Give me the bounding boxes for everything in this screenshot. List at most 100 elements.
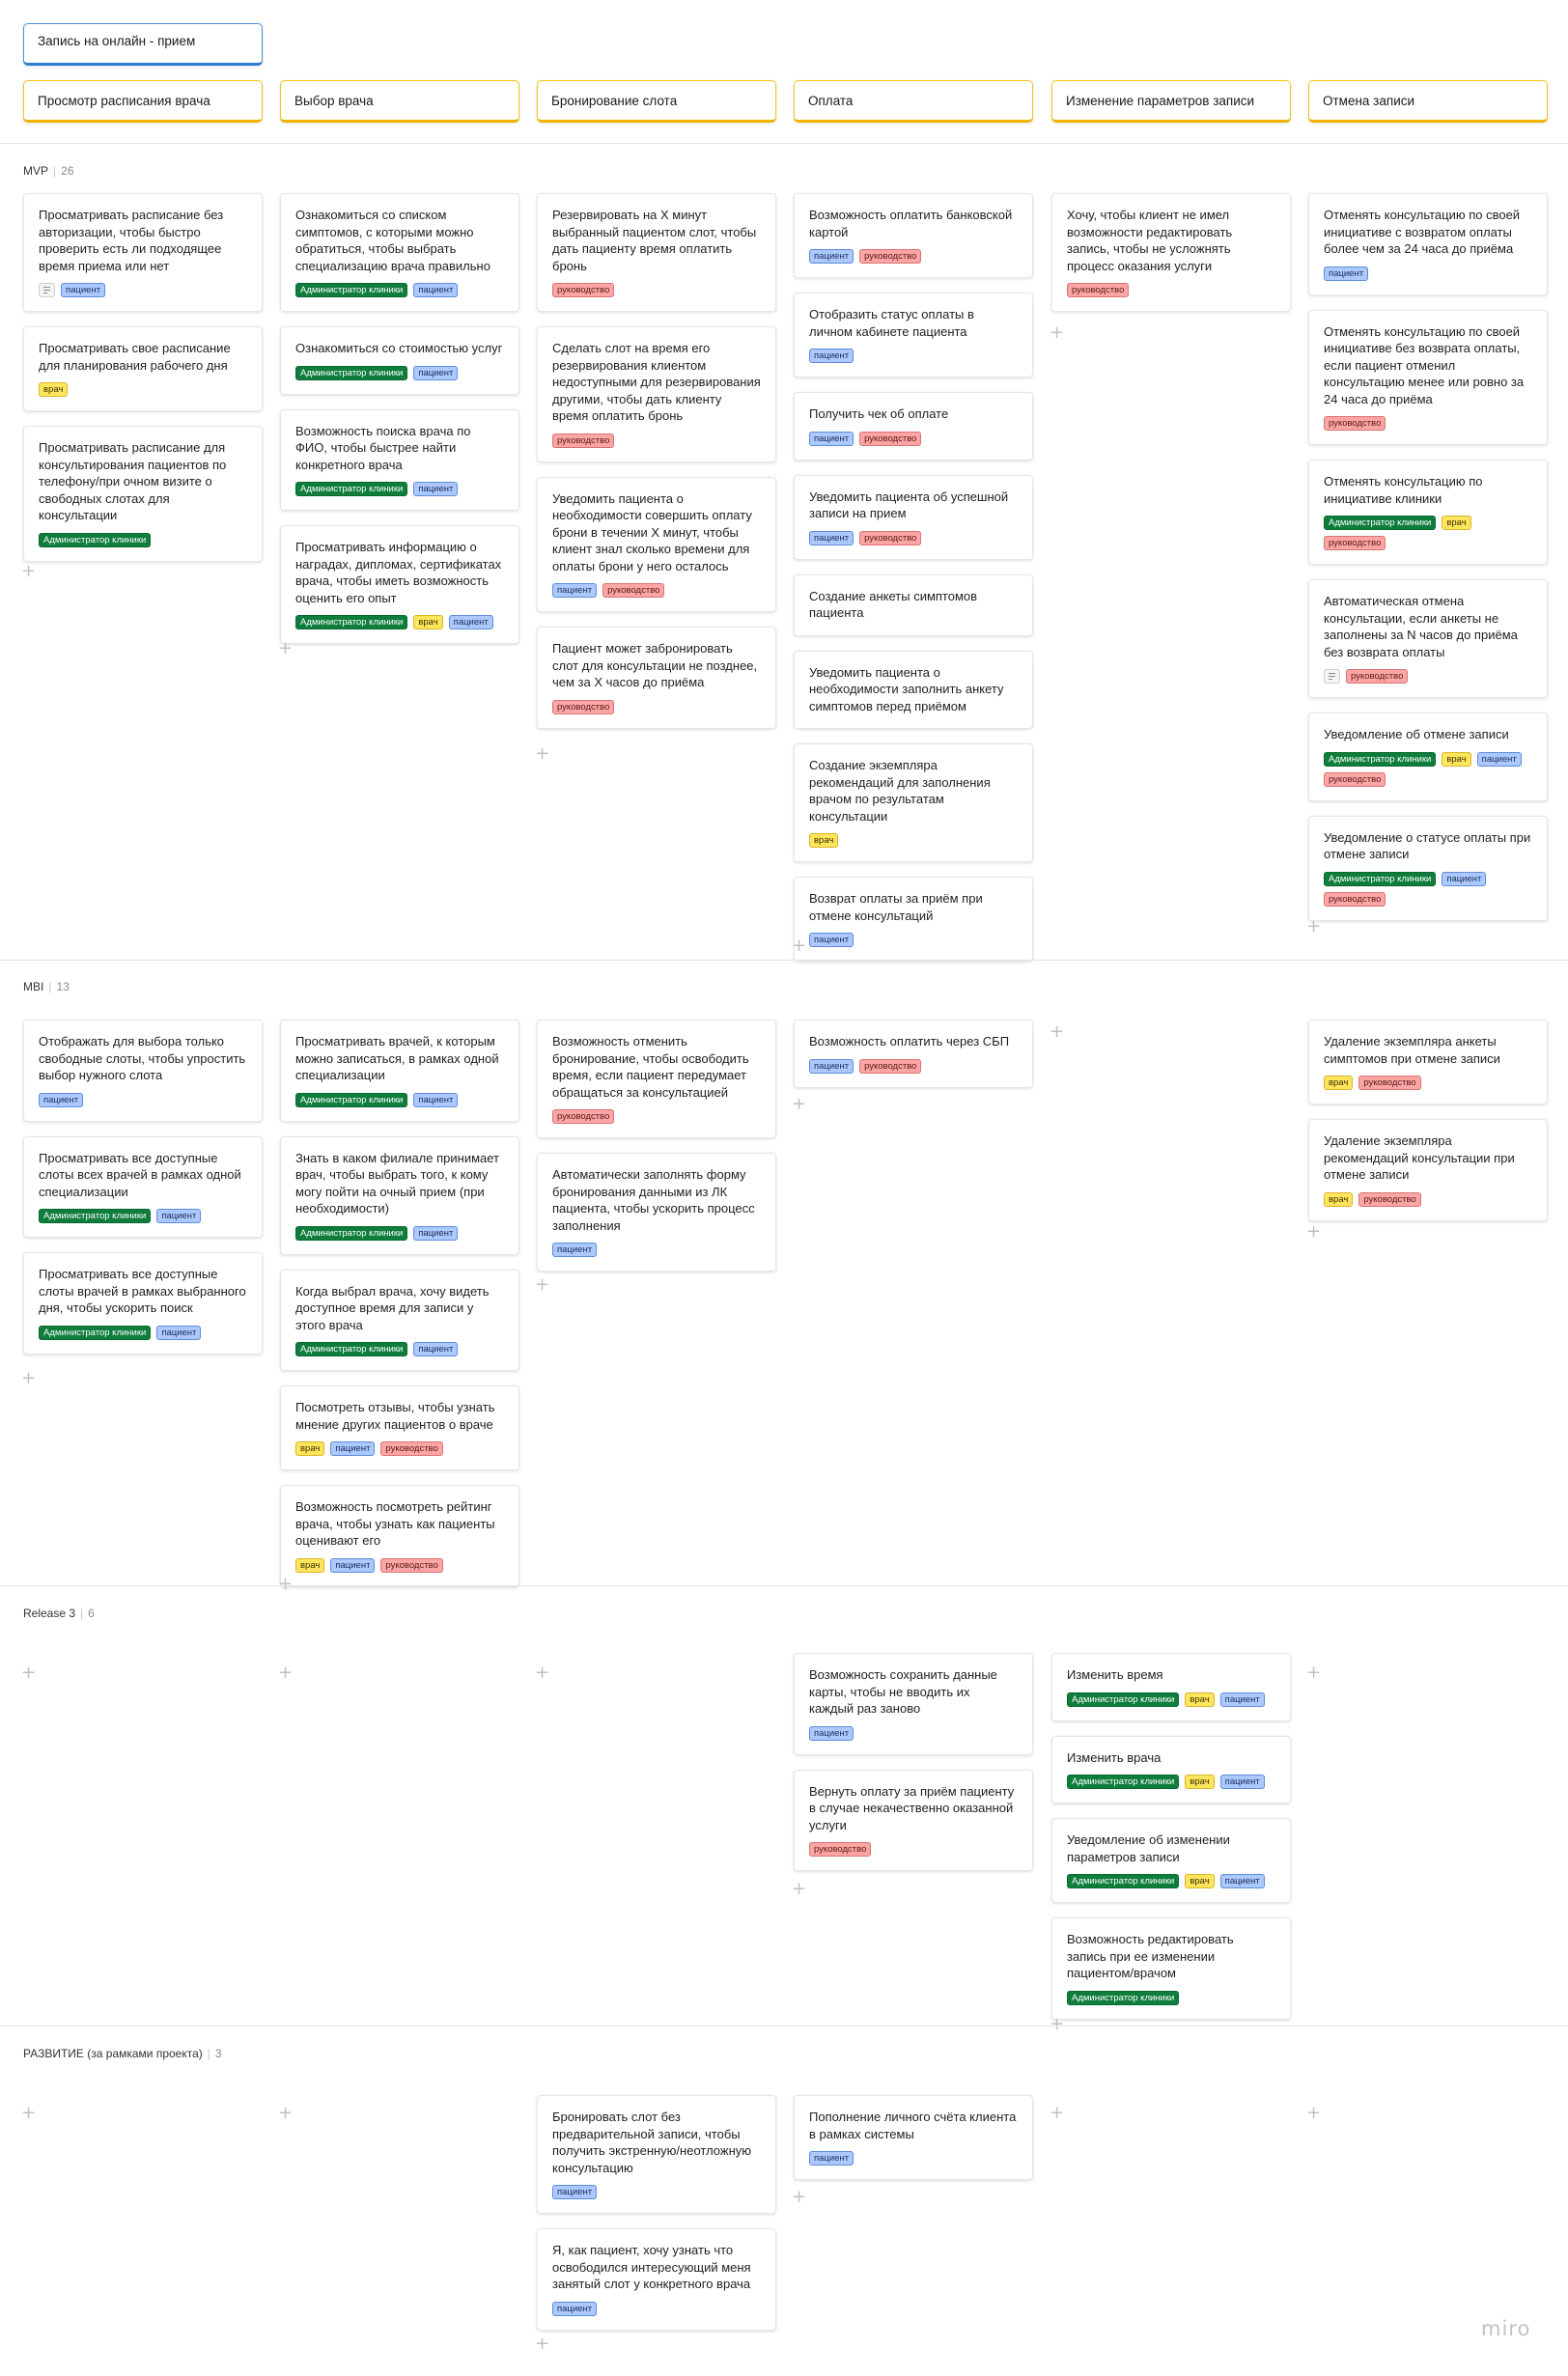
story-card[interactable]: Возврат оплаты за приём при отмене консу… [794, 877, 1033, 962]
story-card[interactable]: Просматривать свое расписание для планир… [23, 326, 263, 411]
add-card-icon[interactable]: + [21, 563, 36, 580]
activity-card[interactable]: Оплата [794, 80, 1033, 123]
story-card[interactable]: Отображать для выбора только свободные с… [23, 1020, 263, 1122]
tag-admin[interactable]: Администратор клиники [39, 1209, 152, 1223]
tag-patient[interactable]: пациент [61, 283, 106, 297]
story-card[interactable]: Создание экземпляра рекомендаций для зап… [794, 743, 1033, 862]
tag-mgmt[interactable]: руководство [1324, 771, 1386, 787]
activity-card[interactable]: Отмена записи [1308, 80, 1548, 123]
tag-mgmt[interactable]: руководство [602, 583, 665, 598]
add-card-icon[interactable]: + [278, 1664, 293, 1682]
tag-patient[interactable]: пациент [1219, 1775, 1265, 1789]
activity-card[interactable]: Бронирование слота [537, 80, 776, 123]
add-card-icon[interactable]: + [21, 2105, 36, 2122]
tag-patient[interactable]: пациент [552, 2301, 598, 2316]
story-card[interactable]: Возможность поиска врача по ФИО, чтобы б… [280, 408, 519, 511]
tag-admin[interactable]: Администратор клиники [295, 615, 408, 629]
tag-patient[interactable]: пациент [809, 1725, 854, 1741]
story-card[interactable]: Посмотреть отзывы, чтобы узнать мнение д… [280, 1385, 519, 1470]
tag-doctor[interactable]: врач [1185, 1874, 1215, 1888]
tag-patient[interactable]: пациент [809, 1058, 854, 1074]
story-card[interactable]: Отменять консультацию по своей инициатив… [1308, 309, 1548, 445]
add-card-icon[interactable]: + [1306, 1664, 1321, 1682]
tag-patient[interactable]: пациент [552, 583, 598, 598]
story-card[interactable]: Создание анкеты симптомов пациента [794, 573, 1033, 636]
story-card[interactable]: Ознакомиться со списком симптомов, с кот… [280, 193, 519, 312]
tag-patient[interactable]: пациент [809, 431, 854, 446]
tag-patient[interactable]: пациент [809, 933, 854, 947]
tag-admin[interactable]: Администратор клиники [1324, 516, 1437, 530]
tag-doctor[interactable]: врач [295, 1557, 325, 1573]
story-card[interactable]: Пациент может забронировать слот для кон… [537, 627, 776, 729]
story-card[interactable]: Уведомить пациента о необходимости запол… [794, 650, 1033, 729]
tag-mgmt[interactable]: руководство [1324, 536, 1386, 550]
tag-mgmt[interactable]: руководство [809, 1842, 872, 1857]
story-card[interactable]: Уведомление о статусе оплаты при отмене … [1308, 815, 1548, 921]
epic-card[interactable]: Запись на онлайн - прием [23, 23, 263, 66]
tag-patient[interactable]: пациент [413, 1092, 459, 1107]
tag-admin[interactable]: Администратор клиники [1067, 1691, 1180, 1707]
add-card-icon[interactable]: + [535, 1664, 549, 1682]
tag-patient[interactable]: пациент [413, 365, 459, 380]
story-card[interactable]: Получить чек об оплате пациент руководство [794, 392, 1033, 461]
tag-patient[interactable]: пациент [413, 283, 459, 297]
story-card[interactable]: Просматривать расписание для консультиро… [23, 426, 263, 562]
add-card-icon[interactable]: + [792, 937, 806, 955]
tag-admin[interactable]: Администратор клиники [295, 283, 408, 297]
story-card[interactable]: Резервировать на Х минут выбранный пацие… [537, 193, 776, 312]
activity-card[interactable]: Изменение параметров записи [1051, 80, 1291, 123]
tag-doctor[interactable]: врач [809, 833, 839, 848]
tag-admin[interactable]: Администратор клиники [295, 1092, 408, 1107]
tag-mgmt[interactable]: руководство [859, 530, 922, 545]
story-card[interactable]: Пополнение личного счёта клиента в рамка… [794, 2095, 1033, 2180]
story-card[interactable]: Уведомить пациента об успешной записи на… [794, 474, 1033, 560]
story-card[interactable]: Возможность сохранить данные карты, чтоб… [794, 1653, 1033, 1755]
add-card-icon[interactable]: + [792, 1881, 806, 1898]
add-card-icon[interactable]: + [1306, 918, 1321, 936]
story-card[interactable]: Уведомить пациента о необходимости совер… [537, 476, 776, 612]
story-card[interactable]: Знать в каком филиале принимает врач, чт… [280, 1135, 519, 1255]
tag-doctor[interactable]: врач [1442, 516, 1471, 530]
tag-patient[interactable]: пациент [809, 349, 854, 363]
add-card-icon[interactable]: + [1050, 2016, 1064, 2033]
story-card[interactable]: Возможность оплатить через СБП пациент рук… [794, 1020, 1033, 1088]
story-card[interactable]: Отменять консультацию по инициативе клин… [1308, 460, 1548, 565]
add-card-icon[interactable]: + [535, 1276, 549, 1294]
tag-patient[interactable]: пациент [809, 530, 854, 545]
tag-patient[interactable]: пациент [413, 1225, 459, 1241]
story-card[interactable]: Просматривать врачей, к которым можно за… [280, 1020, 519, 1122]
tag-patient[interactable]: пациент [552, 1243, 598, 1257]
story-card[interactable]: Удаление экземпляра анкеты симптомов при… [1308, 1020, 1548, 1104]
tag-mgmt[interactable]: руководство [380, 1441, 443, 1456]
tag-mgmt[interactable]: руководство [859, 249, 922, 264]
add-card-icon[interactable]: + [21, 1370, 36, 1387]
tag-mgmt[interactable]: руководство [552, 699, 615, 714]
tag-doctor[interactable]: врач [295, 1441, 325, 1456]
story-card[interactable]: Возможность отменить бронирование, чтобы… [537, 1020, 776, 1138]
story-card[interactable]: Хочу, чтобы клиент не имел возможности р… [1051, 193, 1291, 312]
tag-patient[interactable]: пациент [1219, 1874, 1265, 1888]
tag-patient[interactable]: пациент [1476, 751, 1522, 767]
story-card[interactable]: Возможность оплатить банковской картой па… [794, 193, 1033, 278]
add-card-icon[interactable]: + [21, 1664, 36, 1682]
tag-doctor[interactable]: врач [1442, 751, 1471, 767]
add-card-icon[interactable]: + [535, 745, 549, 763]
add-card-icon[interactable]: + [278, 640, 293, 657]
tag-doctor[interactable]: врач [1324, 1076, 1354, 1090]
tag-mgmt[interactable]: руководство [1346, 669, 1409, 684]
add-card-icon[interactable]: + [1050, 1023, 1064, 1041]
tag-mgmt[interactable]: руководство [1067, 283, 1130, 297]
tag-patient[interactable]: пациент [809, 249, 854, 264]
tag-patient[interactable]: пациент [413, 482, 459, 496]
story-card[interactable]: Отменять консультацию по своей инициатив… [1308, 193, 1548, 295]
tag-doctor[interactable]: врач [1324, 1191, 1354, 1207]
note-icon[interactable] [39, 283, 55, 297]
tag-patient[interactable]: пациент [1442, 871, 1487, 886]
story-card[interactable]: Просматривать информацию о наградах, дип… [280, 525, 519, 644]
add-card-icon[interactable]: + [1050, 324, 1064, 342]
tag-admin[interactable]: Администратор клиники [295, 482, 408, 496]
tag-mgmt[interactable]: руководство [1358, 1076, 1421, 1090]
tag-admin[interactable]: Администратор клиники [295, 1342, 408, 1356]
add-card-icon[interactable]: + [278, 2105, 293, 2122]
tag-mgmt[interactable]: руководство [552, 433, 615, 448]
